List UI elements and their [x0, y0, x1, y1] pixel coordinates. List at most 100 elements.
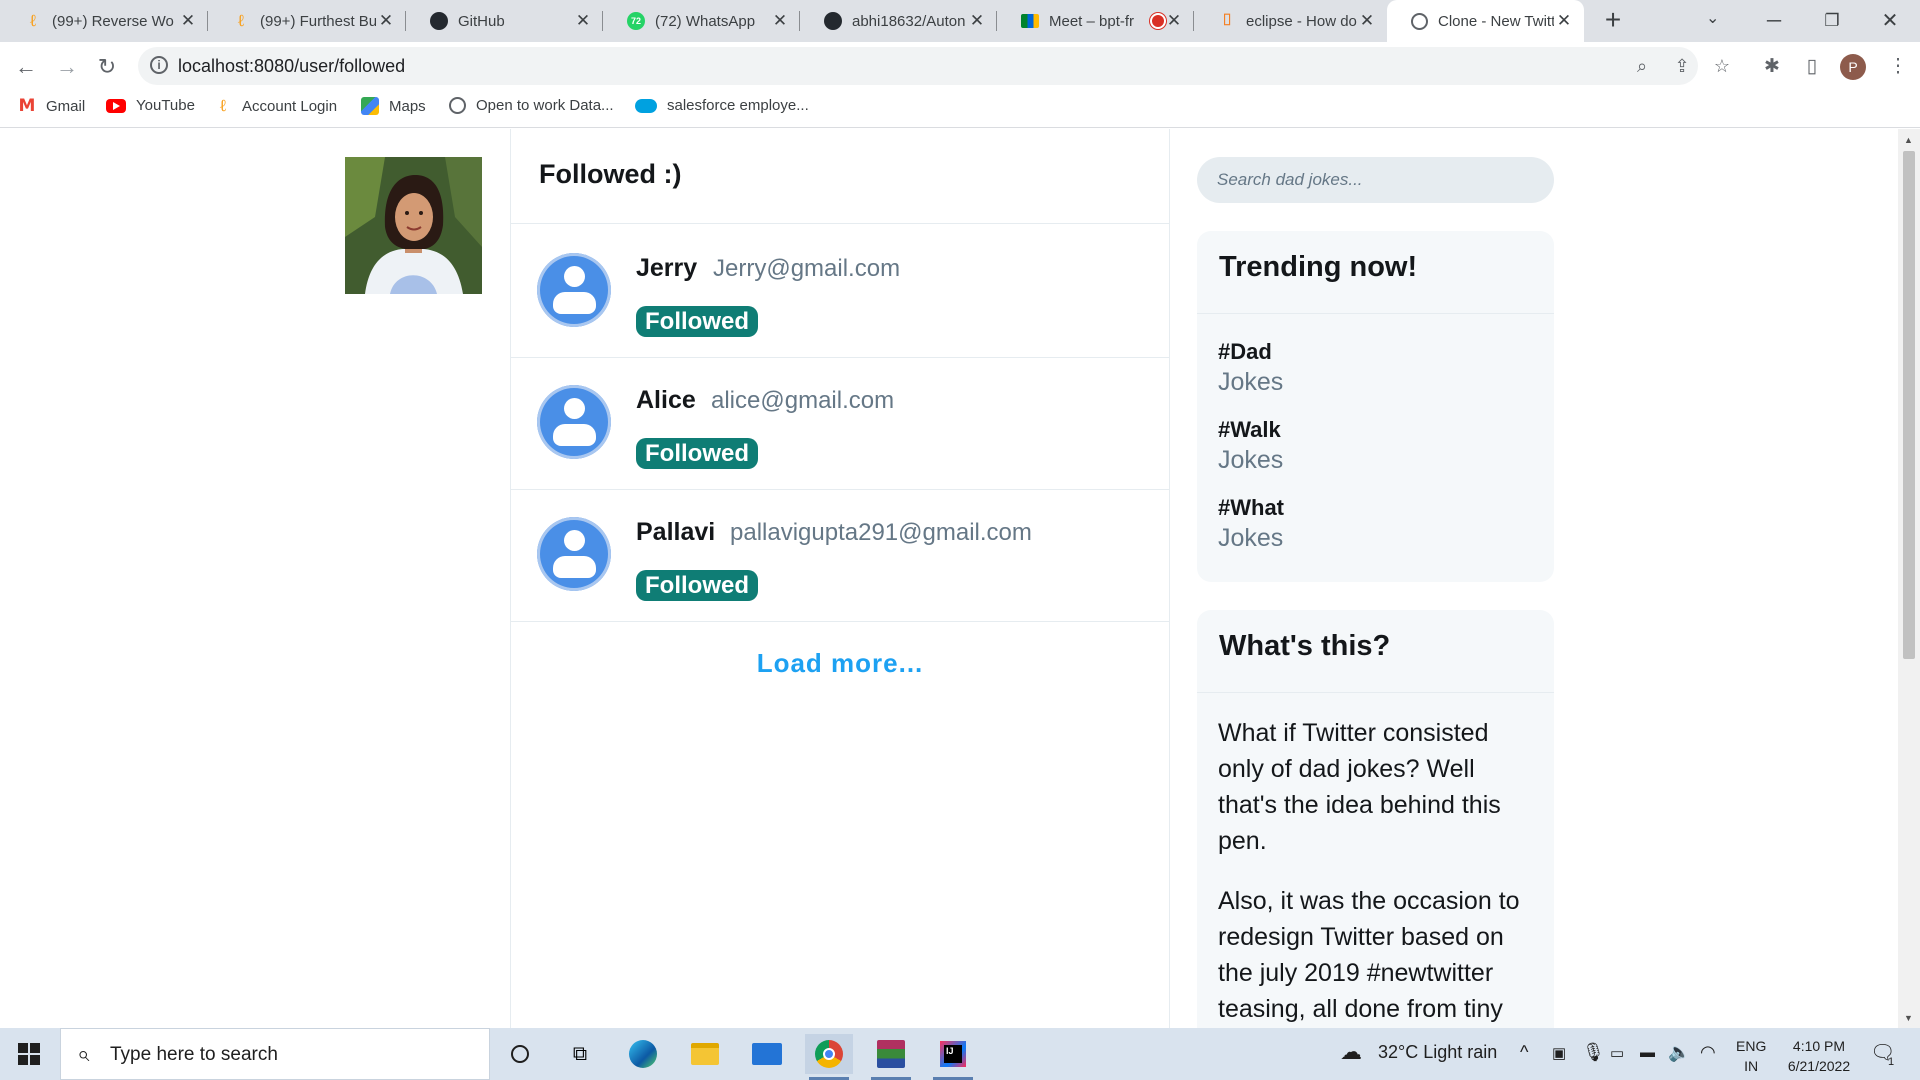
user-name[interactable]: Alice [636, 386, 696, 415]
profile-photo[interactable] [345, 157, 482, 294]
reload-icon[interactable]: ↻ [91, 51, 123, 83]
user-row-jerry[interactable]: Jerry Jerry@gmail.com Followed [511, 225, 1169, 358]
bookmark-label: Open to work Data... [476, 97, 614, 114]
close-icon[interactable]: ✕ [770, 11, 790, 31]
bookmark-salesforce[interactable]: salesforce employe... [635, 97, 809, 114]
tab-github-repo[interactable]: abhi18632/Auton ✕ [800, 0, 997, 42]
taskbar-search-input[interactable]: ⌕ Type here to search [60, 1028, 490, 1080]
user-avatar-icon[interactable] [537, 253, 611, 327]
followed-badge[interactable]: Followed [636, 306, 758, 337]
tab-search-icon[interactable]: ⌄ [1706, 8, 1719, 28]
chevron-up-icon[interactable]: ^ [1520, 1042, 1528, 1063]
bookmark-youtube[interactable]: YouTube [106, 97, 195, 114]
tab-meet[interactable]: Meet – bpt-fr ✕ [997, 0, 1194, 42]
share-icon[interactable]: ⇪ [1669, 53, 1695, 79]
close-icon[interactable]: ✕ [1164, 11, 1184, 31]
menu-icon[interactable]: ⋮ [1884, 53, 1912, 81]
weather-icon[interactable]: ☁ [1340, 1039, 1362, 1065]
youtube-icon [106, 98, 126, 113]
browser-toolbar: ← → ↻ i localhost:8080/user/followed ⌕ ⇪… [0, 42, 1920, 90]
bookmark-label: Gmail [46, 97, 86, 115]
close-icon[interactable]: ✕ [1554, 11, 1574, 31]
task-view-icon[interactable]: ⧉ [556, 1034, 604, 1074]
bookmark-label: Maps [389, 97, 426, 115]
close-icon[interactable]: ✕ [1357, 11, 1377, 31]
bookmark-label: YouTube [136, 97, 195, 114]
trend-tag: #What [1218, 495, 1284, 520]
search-input[interactable]: Search dad jokes... [1197, 157, 1554, 203]
followed-badge[interactable]: Followed [636, 438, 758, 469]
bookmark-maps[interactable]: Maps [361, 97, 426, 115]
feed-header: Followed :) [511, 129, 1169, 224]
side-panel-icon[interactable]: ▯ [1798, 53, 1826, 81]
close-icon[interactable]: ✕ [178, 11, 198, 31]
user-avatar-icon[interactable] [537, 385, 611, 459]
bookmark-open-to-work[interactable]: Open to work Data... [449, 97, 614, 114]
tab-clone-twitter[interactable]: Clone - New Twitt ✕ [1387, 0, 1584, 42]
page-scrollbar[interactable]: ▲ ▼ [1898, 129, 1920, 1028]
file-explorer-icon[interactable] [681, 1034, 729, 1074]
scroll-down-icon[interactable]: ▼ [1904, 1013, 1913, 1023]
bookmark-account-login[interactable]: ℓ Account Login [214, 96, 337, 116]
back-icon[interactable]: ← [10, 51, 42, 83]
winrar-icon[interactable] [867, 1034, 915, 1080]
forward-icon[interactable]: → [51, 51, 83, 83]
github-icon [430, 12, 448, 30]
tab-whatsapp[interactable]: 72 (72) WhatsApp ✕ [603, 0, 800, 42]
battery-icon[interactable]: ▬ [1640, 1044, 1655, 1061]
tab-github[interactable]: GitHub ✕ [406, 0, 603, 42]
close-icon[interactable]: ✕ [967, 11, 987, 31]
user-row-alice[interactable]: Alice alice@gmail.com Followed [511, 357, 1169, 490]
windows-start-icon[interactable] [18, 1043, 40, 1065]
close-window-icon[interactable]: ✕ [1870, 6, 1910, 36]
address-bar[interactable]: i localhost:8080/user/followed ⌕ ⇪ ☆ [138, 47, 1730, 85]
tab-furthest-building[interactable]: ℓ (99+) Furthest Bu ✕ [208, 0, 406, 42]
close-icon[interactable]: ✕ [573, 11, 593, 31]
info-icon[interactable]: i [150, 56, 168, 74]
user-email: Jerry@gmail.com [713, 255, 901, 282]
restore-icon[interactable]: ❐ [1812, 6, 1852, 36]
user-name[interactable]: Jerry [636, 254, 697, 283]
volume-icon[interactable]: 🔈 [1668, 1042, 1690, 1063]
edge-icon[interactable] [619, 1034, 667, 1074]
gmail-icon: M [18, 96, 36, 116]
minimize-icon[interactable]: ─ [1754, 6, 1794, 36]
tab-title: (99+) Furthest Bu [260, 12, 376, 30]
tab-reverse-words[interactable]: ℓ (99+) Reverse Wo ✕ [0, 0, 208, 42]
language-indicator[interactable]: ENG IN [1736, 1036, 1766, 1076]
display-icon[interactable]: ▭ [1610, 1044, 1624, 1062]
scroll-thumb[interactable] [1903, 151, 1915, 659]
trend-item[interactable]: #Dad Jokes [1197, 339, 1554, 397]
bookmark-gmail[interactable]: M Gmail [18, 96, 86, 116]
chrome-icon[interactable] [805, 1034, 853, 1080]
url-text[interactable]: localhost:8080/user/followed [178, 56, 405, 77]
cortana-icon[interactable] [496, 1034, 544, 1074]
bookmark-star-icon[interactable]: ☆ [1709, 53, 1735, 79]
user-row-pallavi[interactable]: Pallavi pallavigupta291@gmail.com Follow… [511, 489, 1169, 622]
tab-title: (99+) Reverse Wo [52, 12, 174, 30]
about-title: What's this? [1197, 610, 1554, 693]
wifi-icon[interactable]: ◠ [1700, 1042, 1716, 1063]
microphone-icon[interactable]: 🎙 [1582, 1042, 1605, 1063]
close-icon[interactable]: ✕ [376, 11, 396, 31]
clock[interactable]: 4:10 PM 6/21/2022 [1778, 1036, 1860, 1076]
trend-item[interactable]: #What Jokes [1197, 495, 1554, 553]
followed-badge[interactable]: Followed [636, 570, 758, 601]
user-avatar-icon[interactable] [537, 517, 611, 591]
trend-item[interactable]: #Walk Jokes [1197, 417, 1554, 475]
profile-avatar[interactable]: P [1840, 54, 1866, 80]
user-name[interactable]: Pallavi [636, 518, 715, 547]
mail-icon[interactable] [743, 1034, 791, 1074]
intellij-icon[interactable]: IJ [929, 1034, 977, 1080]
extensions-icon[interactable]: ✱ [1758, 53, 1786, 81]
about-card: What's this? What if Twitter consisted o… [1197, 610, 1554, 1028]
meet-tray-icon[interactable]: ▣ [1552, 1044, 1566, 1062]
weather-text[interactable]: 32°C Light rain [1378, 1042, 1497, 1063]
salesforce-icon [635, 98, 657, 113]
load-more-link[interactable]: Load more... [511, 648, 1169, 679]
zoom-icon[interactable]: ⌕ [1629, 53, 1655, 79]
new-tab-button[interactable]: + [1598, 6, 1628, 36]
scroll-up-icon[interactable]: ▲ [1904, 135, 1913, 145]
user-email: pallavigupta291@gmail.com [730, 519, 1032, 546]
tab-eclipse[interactable]: ⌷ eclipse - How do ✕ [1194, 0, 1387, 42]
